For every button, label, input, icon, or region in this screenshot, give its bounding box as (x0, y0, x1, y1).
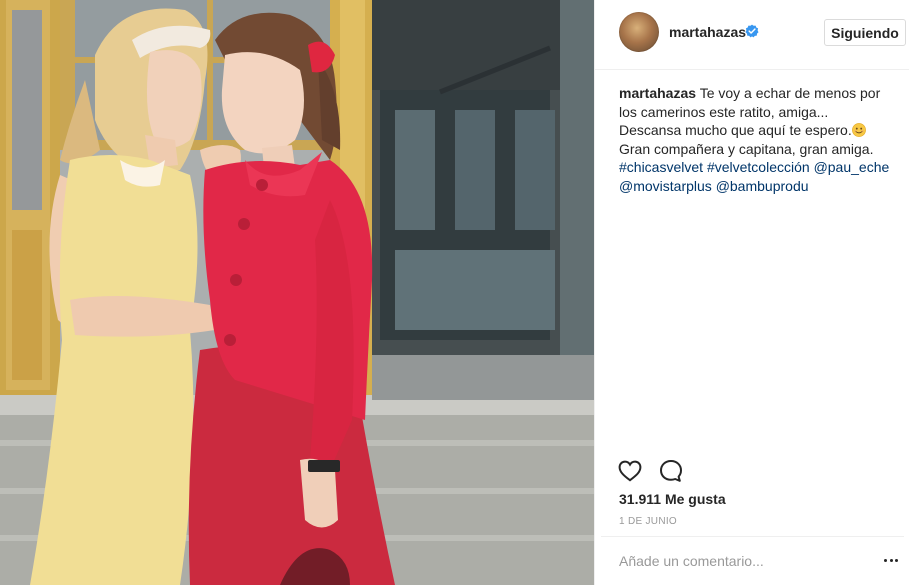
mention-link[interactable]: @movistarplus (619, 178, 712, 194)
comment-button[interactable] (658, 458, 684, 484)
photo-illustration (0, 0, 594, 585)
like-button[interactable] (617, 458, 643, 484)
instagram-post: martahazas Siguiendo martahazas Te voy a… (0, 0, 909, 585)
mention-link[interactable]: @pau_eche (814, 159, 890, 175)
following-button[interactable]: Siguiendo (824, 19, 906, 46)
mention-link[interactable]: @bambuprodu (716, 178, 809, 194)
post-sidebar: martahazas Siguiendo martahazas Te voy a… (594, 0, 909, 585)
hashtag-link[interactable]: #velvetcolección (707, 159, 810, 175)
comment-bubble-icon (660, 460, 682, 482)
caption-author[interactable]: martahazas (619, 85, 696, 101)
post-date: 1 DE JUNIO (619, 516, 678, 527)
smiling-face-icon (851, 123, 866, 137)
post-caption: martahazas Te voy a echar de menos por l… (619, 84, 894, 195)
more-options-icon[interactable] (883, 555, 899, 567)
hashtag-link[interactable]: #chicasvelvet (619, 159, 703, 175)
post-photo[interactable] (0, 0, 594, 585)
comment-input[interactable] (619, 551, 859, 571)
header-username[interactable]: martahazas (669, 24, 746, 40)
comment-section (601, 536, 904, 585)
verified-badge-icon (745, 24, 759, 38)
caption-text-second: Gran compañera y capitana, gran amiga. (619, 140, 874, 157)
heart-icon (618, 460, 642, 482)
post-header: martahazas Siguiendo (595, 0, 909, 70)
user-avatar[interactable] (619, 12, 659, 52)
likes-count[interactable]: 31.911 Me gusta (619, 491, 726, 507)
